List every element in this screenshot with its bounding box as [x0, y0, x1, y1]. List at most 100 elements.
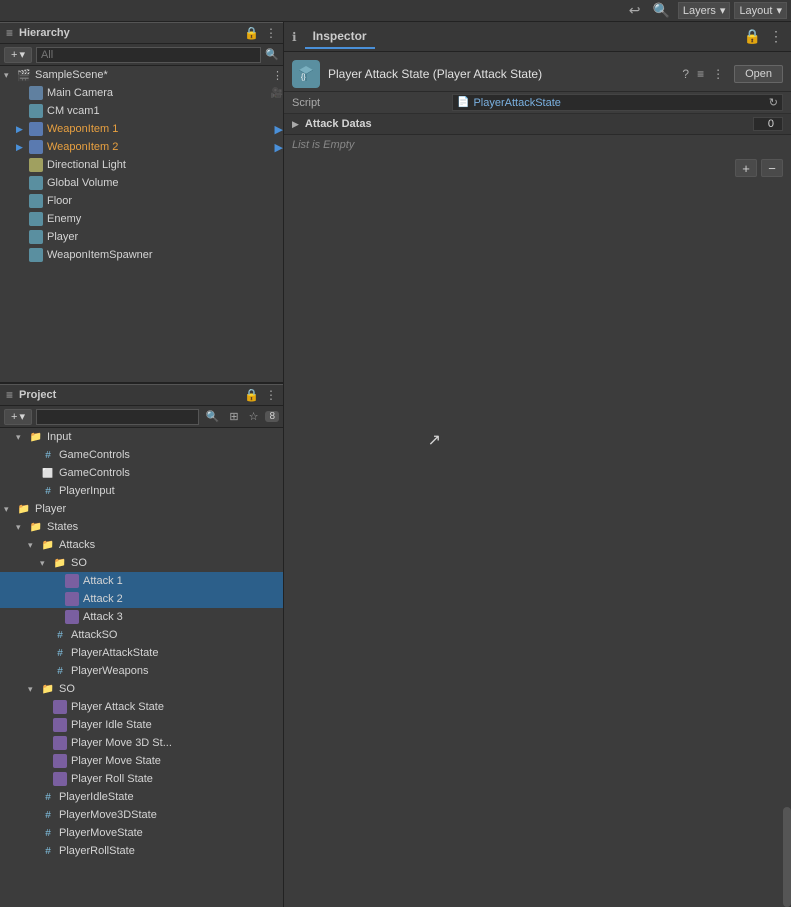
- project-header: ≡ Project 🔒 ⋮: [0, 384, 283, 406]
- project-item-playerrollstate-so[interactable]: Player Roll State: [0, 770, 283, 788]
- list-empty-label: List is Empty: [284, 135, 791, 155]
- script-value-field: 📄 PlayerAttackState ↻: [452, 94, 783, 111]
- component-preset-icon[interactable]: ≡: [695, 65, 706, 83]
- prefab2-icon: [28, 139, 44, 155]
- project-icon: ≡: [6, 388, 13, 402]
- right-panel: ℹ Inspector 🔒 ⋮ {} Play: [283, 22, 791, 907]
- project-item-playermove3d-so[interactable]: Player Move 3D St...: [0, 734, 283, 752]
- hierarchy-item-player[interactable]: Player: [0, 228, 283, 246]
- project-item-attackso[interactable]: # AttackSO: [0, 626, 283, 644]
- hierarchy-item-maincamera[interactable]: Main Camera 🎥: [0, 84, 283, 102]
- project-lock-icon[interactable]: 🔒: [244, 388, 259, 402]
- hierarchy-item-globalvolume[interactable]: Global Volume: [0, 174, 283, 192]
- project-search-icon[interactable]: 🔍: [203, 410, 223, 423]
- hierarchy-search-bar: + ▾ 🔍: [0, 44, 283, 66]
- project-panel: ≡ Project 🔒 ⋮ + ▾ 🔍 ⊞ ☆ 8 ▾: [0, 384, 283, 907]
- hierarchy-item-samplescene[interactable]: ▾ 🎬 SampleScene* ⋮: [0, 66, 283, 84]
- project-item-gamecontrols1[interactable]: # GameControls: [0, 446, 283, 464]
- project-item-so-folder2[interactable]: ▾ 📁 SO: [0, 680, 283, 698]
- project-item-playerrollstate-scr[interactable]: # PlayerRollState: [0, 842, 283, 860]
- inspector-content: {} Player Attack State (Player Attack St…: [284, 52, 791, 907]
- project-item-input[interactable]: ▾ 📁 Input: [0, 428, 283, 446]
- playerinput-icon: #: [40, 483, 56, 499]
- globalvolume-icon: [28, 175, 44, 191]
- hierarchy-item-enemy[interactable]: Enemy: [0, 210, 283, 228]
- top-bar: ↩ 🔍 Layers ▾ Layout ▾: [0, 0, 791, 22]
- project-item-gamecontrols2[interactable]: ⬜ GameControls: [0, 464, 283, 482]
- open-button[interactable]: Open: [734, 65, 783, 83]
- project-item-attack1[interactable]: Attack 1: [0, 572, 283, 590]
- project-item-playerinput[interactable]: # PlayerInput: [0, 482, 283, 500]
- hierarchy-item-weaponitem1[interactable]: ▶ WeaponItem 1 ▶: [0, 120, 283, 138]
- playerattackstate-icon: #: [52, 645, 68, 661]
- hierarchy-search-input[interactable]: [36, 47, 261, 63]
- playermove3d-so-icon: [52, 735, 68, 751]
- list-add-button[interactable]: +: [735, 159, 757, 177]
- spawner-icon: [28, 247, 44, 263]
- hierarchy-item-weaponitemspawner[interactable]: WeaponItemSpawner: [0, 246, 283, 264]
- player-folder-icon: 📁: [16, 501, 32, 517]
- inspector-more-icon[interactable]: ⋮: [769, 28, 783, 45]
- project-item-player-folder[interactable]: ▾ 📁 Player: [0, 500, 283, 518]
- project-item-attacks-folder[interactable]: ▾ 📁 Attacks: [0, 536, 283, 554]
- undo-icon[interactable]: ↩: [625, 2, 645, 19]
- list-remove-button[interactable]: −: [761, 159, 783, 177]
- hierarchy-item-weaponitem2[interactable]: ▶ WeaponItem 2 ▶: [0, 138, 283, 156]
- component-cube-icon: {}: [292, 60, 320, 88]
- section-arrow-icon: ▶: [292, 119, 299, 130]
- project-title: Project: [19, 389, 238, 401]
- project-item-playermove3dstate-scr[interactable]: # PlayerMove3DState: [0, 806, 283, 824]
- hierarchy-add-button[interactable]: + ▾: [4, 47, 32, 63]
- script-label: Script: [292, 97, 452, 109]
- project-more-icon[interactable]: ⋮: [265, 388, 277, 402]
- playeridlestate-scr-icon: #: [40, 789, 56, 805]
- scene-more-icon[interactable]: ⋮: [272, 69, 283, 82]
- component-more-icon[interactable]: ⋮: [710, 65, 726, 83]
- project-item-so-folder[interactable]: ▾ 📁 SO: [0, 554, 283, 572]
- script-field-row: Script 📄 PlayerAttackState ↻: [284, 92, 791, 114]
- project-item-playermovestate-so[interactable]: Player Move State: [0, 752, 283, 770]
- component-question-icon[interactable]: ?: [680, 65, 691, 83]
- project-item-playeridlestate-scr[interactable]: # PlayerIdleState: [0, 788, 283, 806]
- hierarchy-lock-icon[interactable]: 🔒: [244, 26, 259, 40]
- scene-icon: 🎬: [16, 67, 32, 83]
- floor-icon: [28, 193, 44, 209]
- script-reset-icon[interactable]: ↻: [769, 96, 778, 109]
- project-item-states-folder[interactable]: ▾ 📁 States: [0, 518, 283, 536]
- layout-chevron: ▾: [776, 4, 782, 17]
- inspector-tab[interactable]: Inspector: [305, 25, 375, 49]
- attack1-icon: [64, 573, 80, 589]
- project-item-playerweapons[interactable]: # PlayerWeapons: [0, 662, 283, 680]
- script-file-icon: 📄: [457, 97, 469, 108]
- hierarchy-title: Hierarchy: [19, 27, 238, 39]
- project-item-attack3[interactable]: Attack 3: [0, 608, 283, 626]
- camera-icon: [28, 85, 44, 101]
- hierarchy-more-icon[interactable]: ⋮: [265, 26, 277, 40]
- project-search-input[interactable]: [36, 409, 199, 425]
- weaponitem1-arrow: ▶: [275, 123, 283, 136]
- playerweapons-icon: #: [52, 663, 68, 679]
- project-item-playerattackstate[interactable]: # PlayerAttackState: [0, 644, 283, 662]
- project-item-playerattackstate-so[interactable]: Player Attack State: [0, 698, 283, 716]
- hierarchy-item-floor[interactable]: Floor: [0, 192, 283, 210]
- hierarchy-icon: ≡: [6, 26, 13, 40]
- project-item-playermovestate-scr[interactable]: # PlayerMoveState: [0, 824, 283, 842]
- playeridlestate-so-icon: [52, 717, 68, 733]
- hierarchy-search-icon[interactable]: 🔍: [265, 48, 279, 61]
- project-add-button[interactable]: + ▾: [4, 409, 32, 425]
- inspector-lock-icon[interactable]: 🔒: [744, 28, 761, 45]
- attack-datas-title: Attack Datas: [305, 118, 753, 130]
- svg-text:{}: {}: [301, 74, 306, 81]
- project-star-icon[interactable]: ☆: [246, 410, 262, 423]
- attack-datas-section[interactable]: ▶ Attack Datas 0: [284, 114, 791, 135]
- project-item-attack2[interactable]: Attack 2: [0, 590, 283, 608]
- layout-dropdown[interactable]: Layout ▾: [734, 2, 787, 19]
- project-filter-icon[interactable]: ⊞: [226, 410, 241, 423]
- search-icon[interactable]: 🔍: [648, 2, 673, 19]
- layers-dropdown[interactable]: Layers ▾: [678, 2, 731, 19]
- hierarchy-item-directionallight[interactable]: Directional Light: [0, 156, 283, 174]
- hierarchy-item-cmvcam1[interactable]: CM vcam1: [0, 102, 283, 120]
- project-item-playeridlestate-so[interactable]: Player Idle State: [0, 716, 283, 734]
- hierarchy-panel: ≡ Hierarchy 🔒 ⋮ + ▾ 🔍 ▾ 🎬 SampleScene*: [0, 22, 283, 384]
- project-count-badge: 8: [265, 411, 279, 422]
